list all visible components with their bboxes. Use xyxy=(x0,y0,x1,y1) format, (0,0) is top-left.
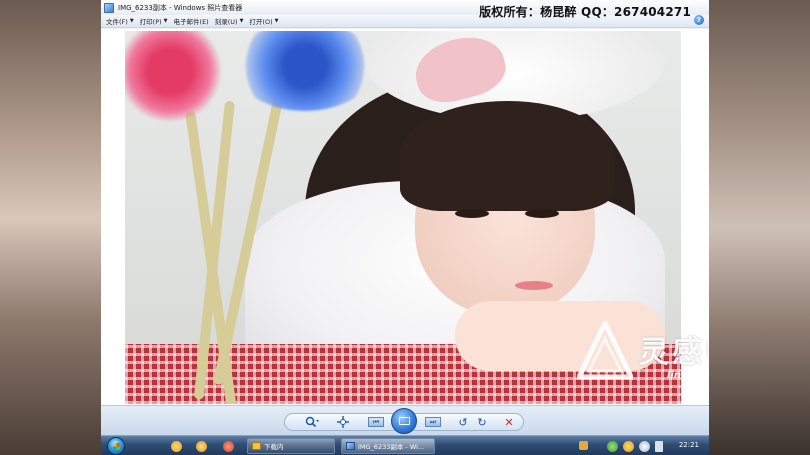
slideshow-icon xyxy=(398,417,410,425)
browser-icon[interactable] xyxy=(223,441,234,452)
photo-eye-right xyxy=(525,209,559,218)
chevron-down-icon: ▼ xyxy=(274,18,279,24)
photo-bangs-shape xyxy=(400,101,615,211)
photo-viewer-icon xyxy=(346,442,355,450)
folder-icon xyxy=(252,442,261,450)
photo-viewer-window: IMG_6233副本 - Windows 照片查看器 版权所有：杨昆醉 QQ：2… xyxy=(101,0,709,455)
slideshow-button[interactable] xyxy=(391,408,417,434)
photo-viewer-app-icon xyxy=(104,2,114,13)
viewer-toolbar: ⏮ ⏭ ↺ ↻ ✕ xyxy=(101,405,709,435)
photo-pink-flower xyxy=(125,31,225,121)
chevron-down-icon: ▼ xyxy=(239,18,244,24)
network-icon[interactable] xyxy=(639,441,650,452)
security-icon[interactable] xyxy=(607,441,618,452)
menu-print-label: 打印(P) xyxy=(139,18,162,26)
volume-icon[interactable] xyxy=(655,441,663,452)
photo-blue-flower xyxy=(235,31,375,111)
penguin-icon[interactable] xyxy=(196,441,207,452)
left-background-blur xyxy=(0,0,102,455)
taskbar-item-downloads-label: 下载内 xyxy=(264,443,284,451)
chevron-down-icon: ▼ xyxy=(163,18,168,24)
taskbar-item-photo-viewer[interactable]: IMG_6233副本 - Wi... xyxy=(341,438,435,454)
input-method-icon[interactable] xyxy=(579,441,588,450)
title-bar: IMG_6233副本 - Windows 照片查看器 版权所有：杨昆醉 QQ：2… xyxy=(101,0,709,19)
previous-icon: ⏮ xyxy=(368,417,384,427)
displayed-photo xyxy=(125,31,681,404)
zoom-icon[interactable] xyxy=(301,413,323,431)
previous-button[interactable]: ⏮ xyxy=(364,413,388,431)
delete-icon[interactable]: ✕ xyxy=(501,413,517,431)
help-icon[interactable]: ? xyxy=(694,15,704,25)
menu-file-label: 文件(F) xyxy=(106,18,128,26)
window-title: IMG_6233副本 - Windows 照片查看器 xyxy=(118,3,243,12)
photo-eye-left xyxy=(455,209,489,218)
next-icon: ⏭ xyxy=(425,417,441,427)
copyright-overlay: 版权所有：杨昆醉 QQ：267404271 xyxy=(479,5,691,19)
menu-open[interactable]: 打开(O) ▼ xyxy=(249,16,284,26)
photo-lips-shape xyxy=(515,281,553,290)
menu-print[interactable]: 打印(P) ▼ xyxy=(140,16,174,26)
menu-file[interactable]: 文件(F) ▼ xyxy=(106,16,140,26)
image-viewport xyxy=(101,29,709,405)
chevron-down-icon: ▼ xyxy=(129,18,134,24)
start-button[interactable] xyxy=(107,437,125,455)
menu-burn[interactable]: 刻录(U) ▼ xyxy=(215,16,250,26)
taskbar: 下载内 IMG_6233副本 - Wi... 22:21 xyxy=(101,435,709,455)
actual-size-icon[interactable] xyxy=(334,413,352,431)
rotate-clockwise-icon[interactable]: ↻ xyxy=(474,413,490,431)
qq-icon[interactable] xyxy=(171,441,182,452)
right-background-blur xyxy=(707,0,810,455)
menu-open-label: 打开(O) xyxy=(249,18,273,26)
next-button[interactable]: ⏭ xyxy=(421,413,445,431)
menu-burn-label: 刻录(U) xyxy=(214,18,238,26)
taskbar-item-downloads[interactable]: 下载内 xyxy=(247,438,335,454)
taskbar-clock: 22:21 xyxy=(678,441,699,449)
rotate-counterclockwise-icon[interactable]: ↺ xyxy=(455,413,471,431)
tray-qq-icon[interactable] xyxy=(623,441,634,452)
photo-arm-shape xyxy=(455,301,665,371)
menu-email[interactable]: 电子邮件(E) xyxy=(174,16,215,26)
taskbar-item-photo-viewer-label: IMG_6233副本 - Wi... xyxy=(358,443,425,451)
menu-email-label: 电子邮件(E) xyxy=(173,18,209,26)
